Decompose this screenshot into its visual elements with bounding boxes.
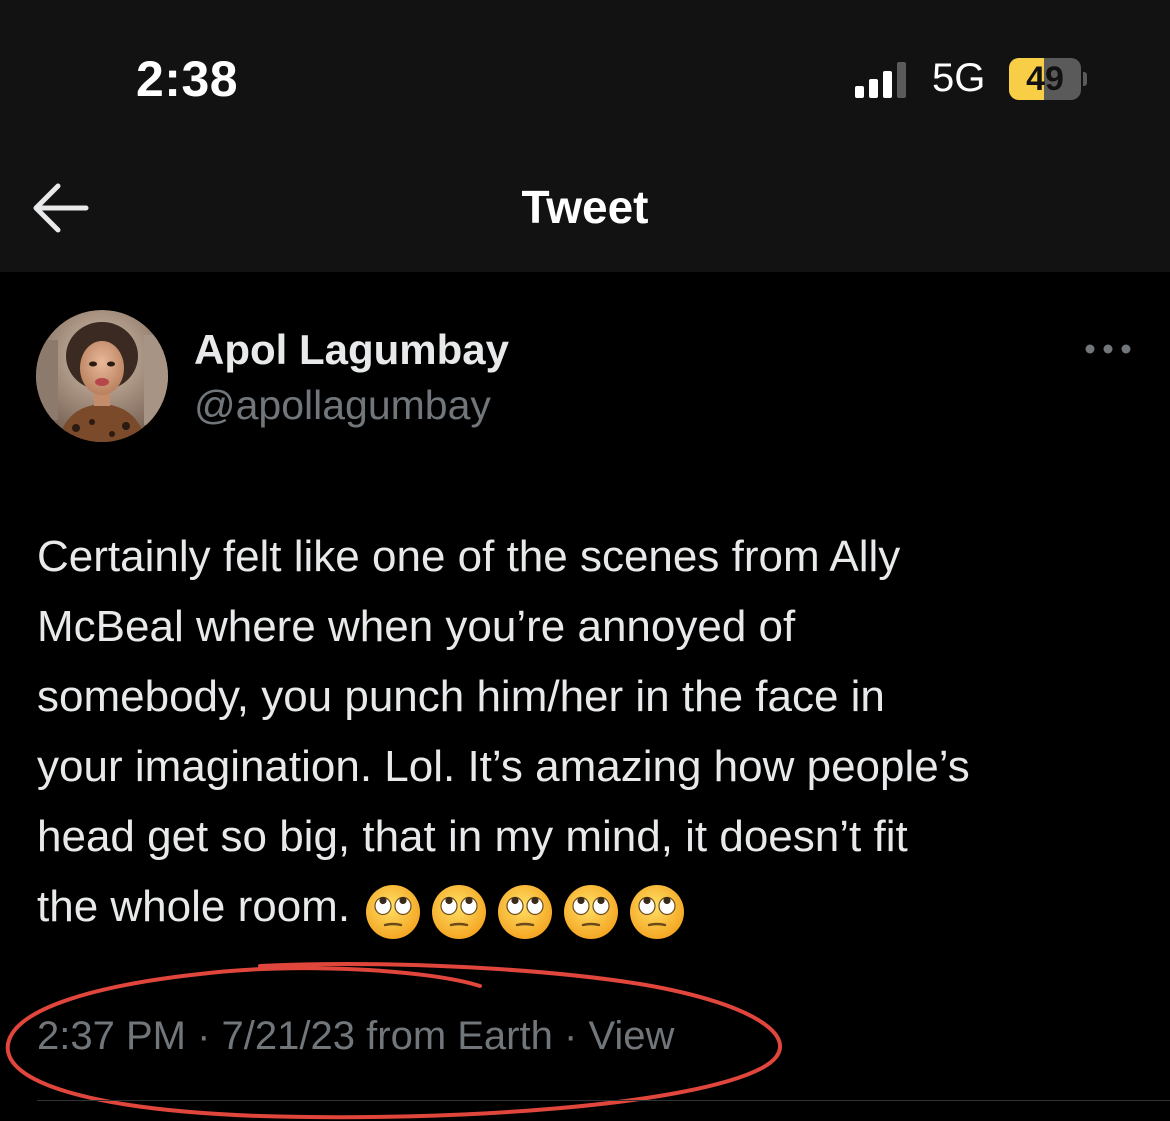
- tweet-text-line: Certainly felt like one of the scenes fr…: [37, 532, 901, 581]
- tweet-text: Certainly felt like one of the scenes fr…: [37, 522, 1137, 944]
- more-options-button[interactable]: [1080, 336, 1136, 362]
- tweet-time: 2:37 PM: [37, 1014, 186, 1058]
- tweet-source: from Earth: [366, 1014, 553, 1058]
- tweet-text-line: your imagination. Lol. It’s amazing how …: [37, 742, 970, 791]
- face-with-rolling-eyes-icon: [498, 884, 553, 939]
- network-type-label: 5G: [932, 56, 986, 100]
- author-handle[interactable]: @apollagumbay: [194, 382, 491, 429]
- author-name[interactable]: Apol Lagumbay: [194, 326, 509, 374]
- page-title: Tweet: [521, 181, 649, 233]
- profile-photo: [36, 310, 168, 442]
- tweet-text-last-line: the whole room.: [37, 872, 1137, 944]
- face-with-rolling-eyes-icon: [630, 884, 685, 939]
- battery-body: 49: [1009, 58, 1081, 100]
- status-time: 2:38: [136, 51, 239, 107]
- face-with-rolling-eyes-icon: [366, 884, 421, 939]
- tweet-text-line: somebody, you punch him/her in the face …: [37, 672, 885, 721]
- tweet-date: 7/21/23: [221, 1014, 356, 1058]
- signal-bars-icon: [855, 62, 906, 98]
- tweet-text-line: head get so big, that in my mind, it doe…: [37, 812, 908, 861]
- tweet-meta: 2:37 PM · 7/21/23 from Earth · View: [37, 1014, 674, 1059]
- meta-separator: ·: [197, 1014, 211, 1058]
- battery-tip: [1083, 72, 1087, 86]
- tweet-text-line: the whole room.: [37, 882, 351, 931]
- ellipsis-icon: [1085, 344, 1131, 354]
- top-bar: 2:38 5G 49 Tweet: [0, 0, 1170, 272]
- face-with-rolling-eyes-icon: [564, 884, 619, 939]
- emoji-group: [364, 874, 694, 944]
- battery-icon: 49: [1009, 58, 1087, 100]
- avatar[interactable]: [36, 310, 168, 442]
- battery-percent: 49: [1026, 60, 1064, 98]
- tweet-text-line: McBeal where when you’re annoyed of: [37, 602, 796, 651]
- divider: [37, 1100, 1170, 1101]
- meta-separator: ·: [563, 1014, 578, 1058]
- face-with-rolling-eyes-icon: [432, 884, 487, 939]
- view-link[interactable]: View: [588, 1014, 674, 1058]
